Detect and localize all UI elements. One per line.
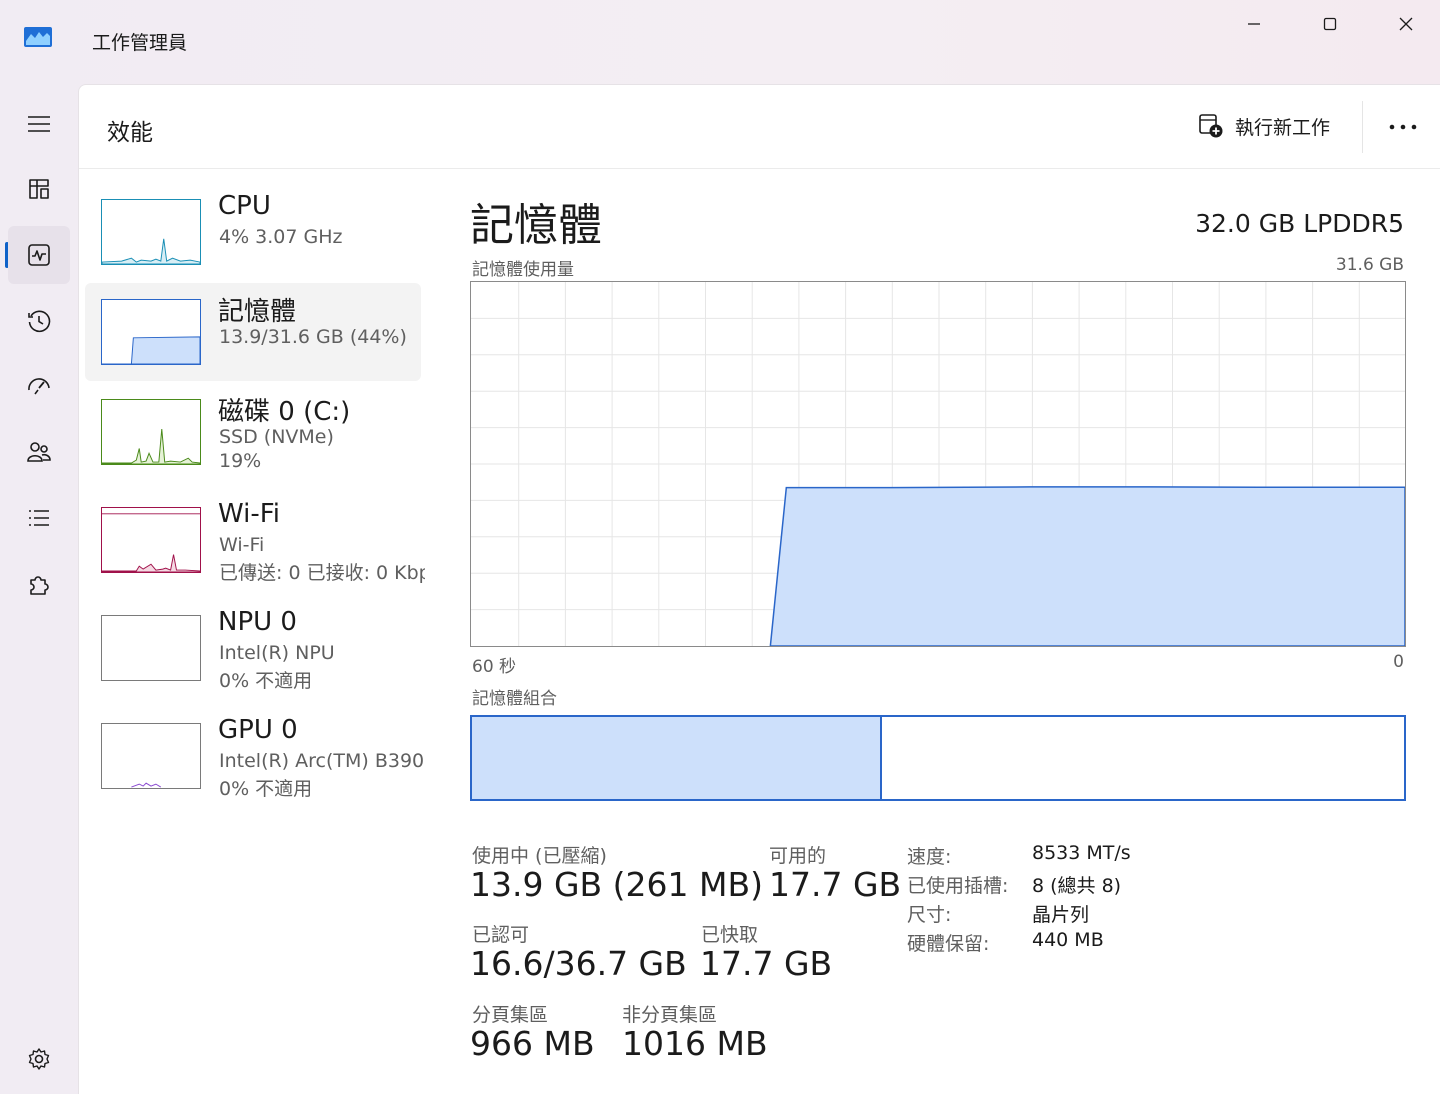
gpu-thumbnail-graph [101,723,201,789]
perf-item-detail: 4% 3.07 GHz [219,226,343,248]
close-icon [1399,17,1413,31]
perf-item-detail: SSD (NVMe) [219,426,334,448]
nav-details-button[interactable] [8,489,70,547]
perf-item-name: Wi-Fi [218,499,281,529]
run-new-task-button[interactable]: 執行新工作 [1197,112,1330,140]
nav-users-button[interactable] [8,423,70,481]
nonpaged-pool-label: 非分頁集區 [622,1004,718,1026]
window-title: 工作管理員 [92,32,188,54]
toolbar-divider [1362,101,1363,153]
nonpaged-pool-value: 1016 MB [622,1024,768,1063]
settings-gear-icon [28,1048,50,1070]
nav-processes-button[interactable] [8,160,70,218]
details-list-icon [29,510,49,526]
committed-label: 已認可 [472,924,530,946]
spec-value: 晶片列 [1032,904,1090,926]
in-use-value: 13.9 GB (261 MB) [470,865,764,904]
close-button[interactable] [1384,8,1428,40]
spec-key: 速度: [907,846,952,868]
spec-key: 尺寸: [907,904,952,926]
composition-in-use-segment [472,717,883,799]
performance-pulse-icon [28,244,50,266]
paged-pool-label: 分頁集區 [472,1004,549,1026]
perf-item-memory[interactable]: 記憶體 13.9/31.6 GB (44%) [85,283,421,381]
axis-left-label: 60 秒 [472,657,517,677]
perf-item-npu[interactable]: NPU 0 Intel(R) NPU 0% 不適用 [85,599,421,697]
perf-item-detail: Wi-Fi [219,534,265,556]
history-clock-icon [28,310,51,333]
available-label: 可用的 [769,845,827,867]
maximize-icon [1323,17,1337,31]
perf-item-detail: 13.9/31.6 GB (44%) [219,326,407,348]
nav-settings-button[interactable] [8,1030,70,1088]
perf-item-detail-2: 19% [219,450,262,472]
perf-item-name: 磁碟 0 (C:) [218,397,351,427]
cached-value: 17.7 GB [700,944,833,983]
cpu-thumbnail-graph [101,199,201,265]
in-use-label: 使用中 (已壓縮) [472,845,607,867]
spec-value: 8 (總共 8) [1032,875,1122,897]
perf-item-name: 記憶體 [218,297,297,327]
memory-spec: 32.0 GB LPDDR5 [1195,209,1404,238]
run-new-task-label: 執行新工作 [1235,116,1331,139]
perf-item-name: CPU [218,191,271,221]
memory-composition-bar [470,715,1406,801]
perf-item-wifi[interactable]: Wi-Fi Wi-Fi 已傳送: 0 已接收: 0 Kbps [85,491,425,589]
perf-item-disk[interactable]: 磁碟 0 (C:) SSD (NVMe) 19% [85,383,421,481]
usage-max-label: 31.6 GB [1335,255,1404,275]
toolbar: 效能 執行新工作 [79,85,1440,169]
more-options-button[interactable] [1385,115,1421,139]
more-ellipsis-icon [1389,124,1417,130]
processes-grid-icon [29,179,49,199]
startup-speedometer-icon [28,378,50,395]
nav-performance-button[interactable] [8,226,70,284]
perf-item-detail-2: 已傳送: 0 已接收: 0 Kbps [219,562,425,584]
memory-thumbnail-graph [101,299,201,365]
npu-thumbnail-graph [101,615,201,681]
nav-app-history-button[interactable] [8,292,70,350]
axis-right-label: 0 [1393,652,1404,672]
perf-item-detail-2: 0% 不適用 [219,670,313,692]
detail-title: 記憶體 [470,200,602,251]
spec-key: 硬體保留: [907,933,990,955]
page-title: 效能 [107,120,153,146]
committed-value: 16.6/36.7 GB [470,944,687,983]
perf-item-cpu[interactable]: CPU 4% 3.07 GHz [85,183,421,281]
nav-startup-button[interactable] [8,357,70,415]
perf-item-detail: Intel(R) NPU [219,642,335,664]
disk-thumbnail-graph [101,399,201,465]
cached-label: 已快取 [701,924,759,946]
perf-item-gpu[interactable]: GPU 0 Intel(R) Arc(TM) B390 ... 0% 不適用 [85,707,425,805]
memory-usage-svg [471,282,1405,646]
usage-label: 記憶體使用量 [472,260,574,280]
task-manager-app-icon [24,27,52,47]
available-value: 17.7 GB [769,865,902,904]
minimize-button[interactable] [1232,8,1276,40]
composition-label: 記憶體組合 [472,689,557,709]
spec-value: 8533 MT/s [1032,842,1131,864]
users-icon [27,442,51,462]
run-new-task-icon [1199,114,1223,138]
memory-usage-area [769,486,1405,646]
perf-item-detail: Intel(R) Arc(TM) B390 ... [219,750,425,772]
nav-services-button[interactable] [8,555,70,613]
maximize-button[interactable] [1308,8,1352,40]
perf-item-name: NPU 0 [218,607,297,637]
nav-menu-button[interactable] [8,95,70,153]
spec-key: 已使用插槽: [907,875,1009,897]
wifi-thumbnail-graph [101,507,201,573]
paged-pool-value: 966 MB [470,1024,595,1063]
minimize-icon [1248,23,1260,25]
perf-item-name: GPU 0 [218,715,298,745]
memory-usage-chart [470,281,1406,647]
main-panel: 效能 執行新工作 CPU 4% 3.07 GHz 記憶體 13.9/31.6 G… [78,84,1440,1094]
spec-value: 440 MB [1032,929,1104,951]
hamburger-icon [28,116,50,132]
services-puzzle-icon [30,576,49,595]
perf-item-detail-2: 0% 不適用 [219,778,313,800]
